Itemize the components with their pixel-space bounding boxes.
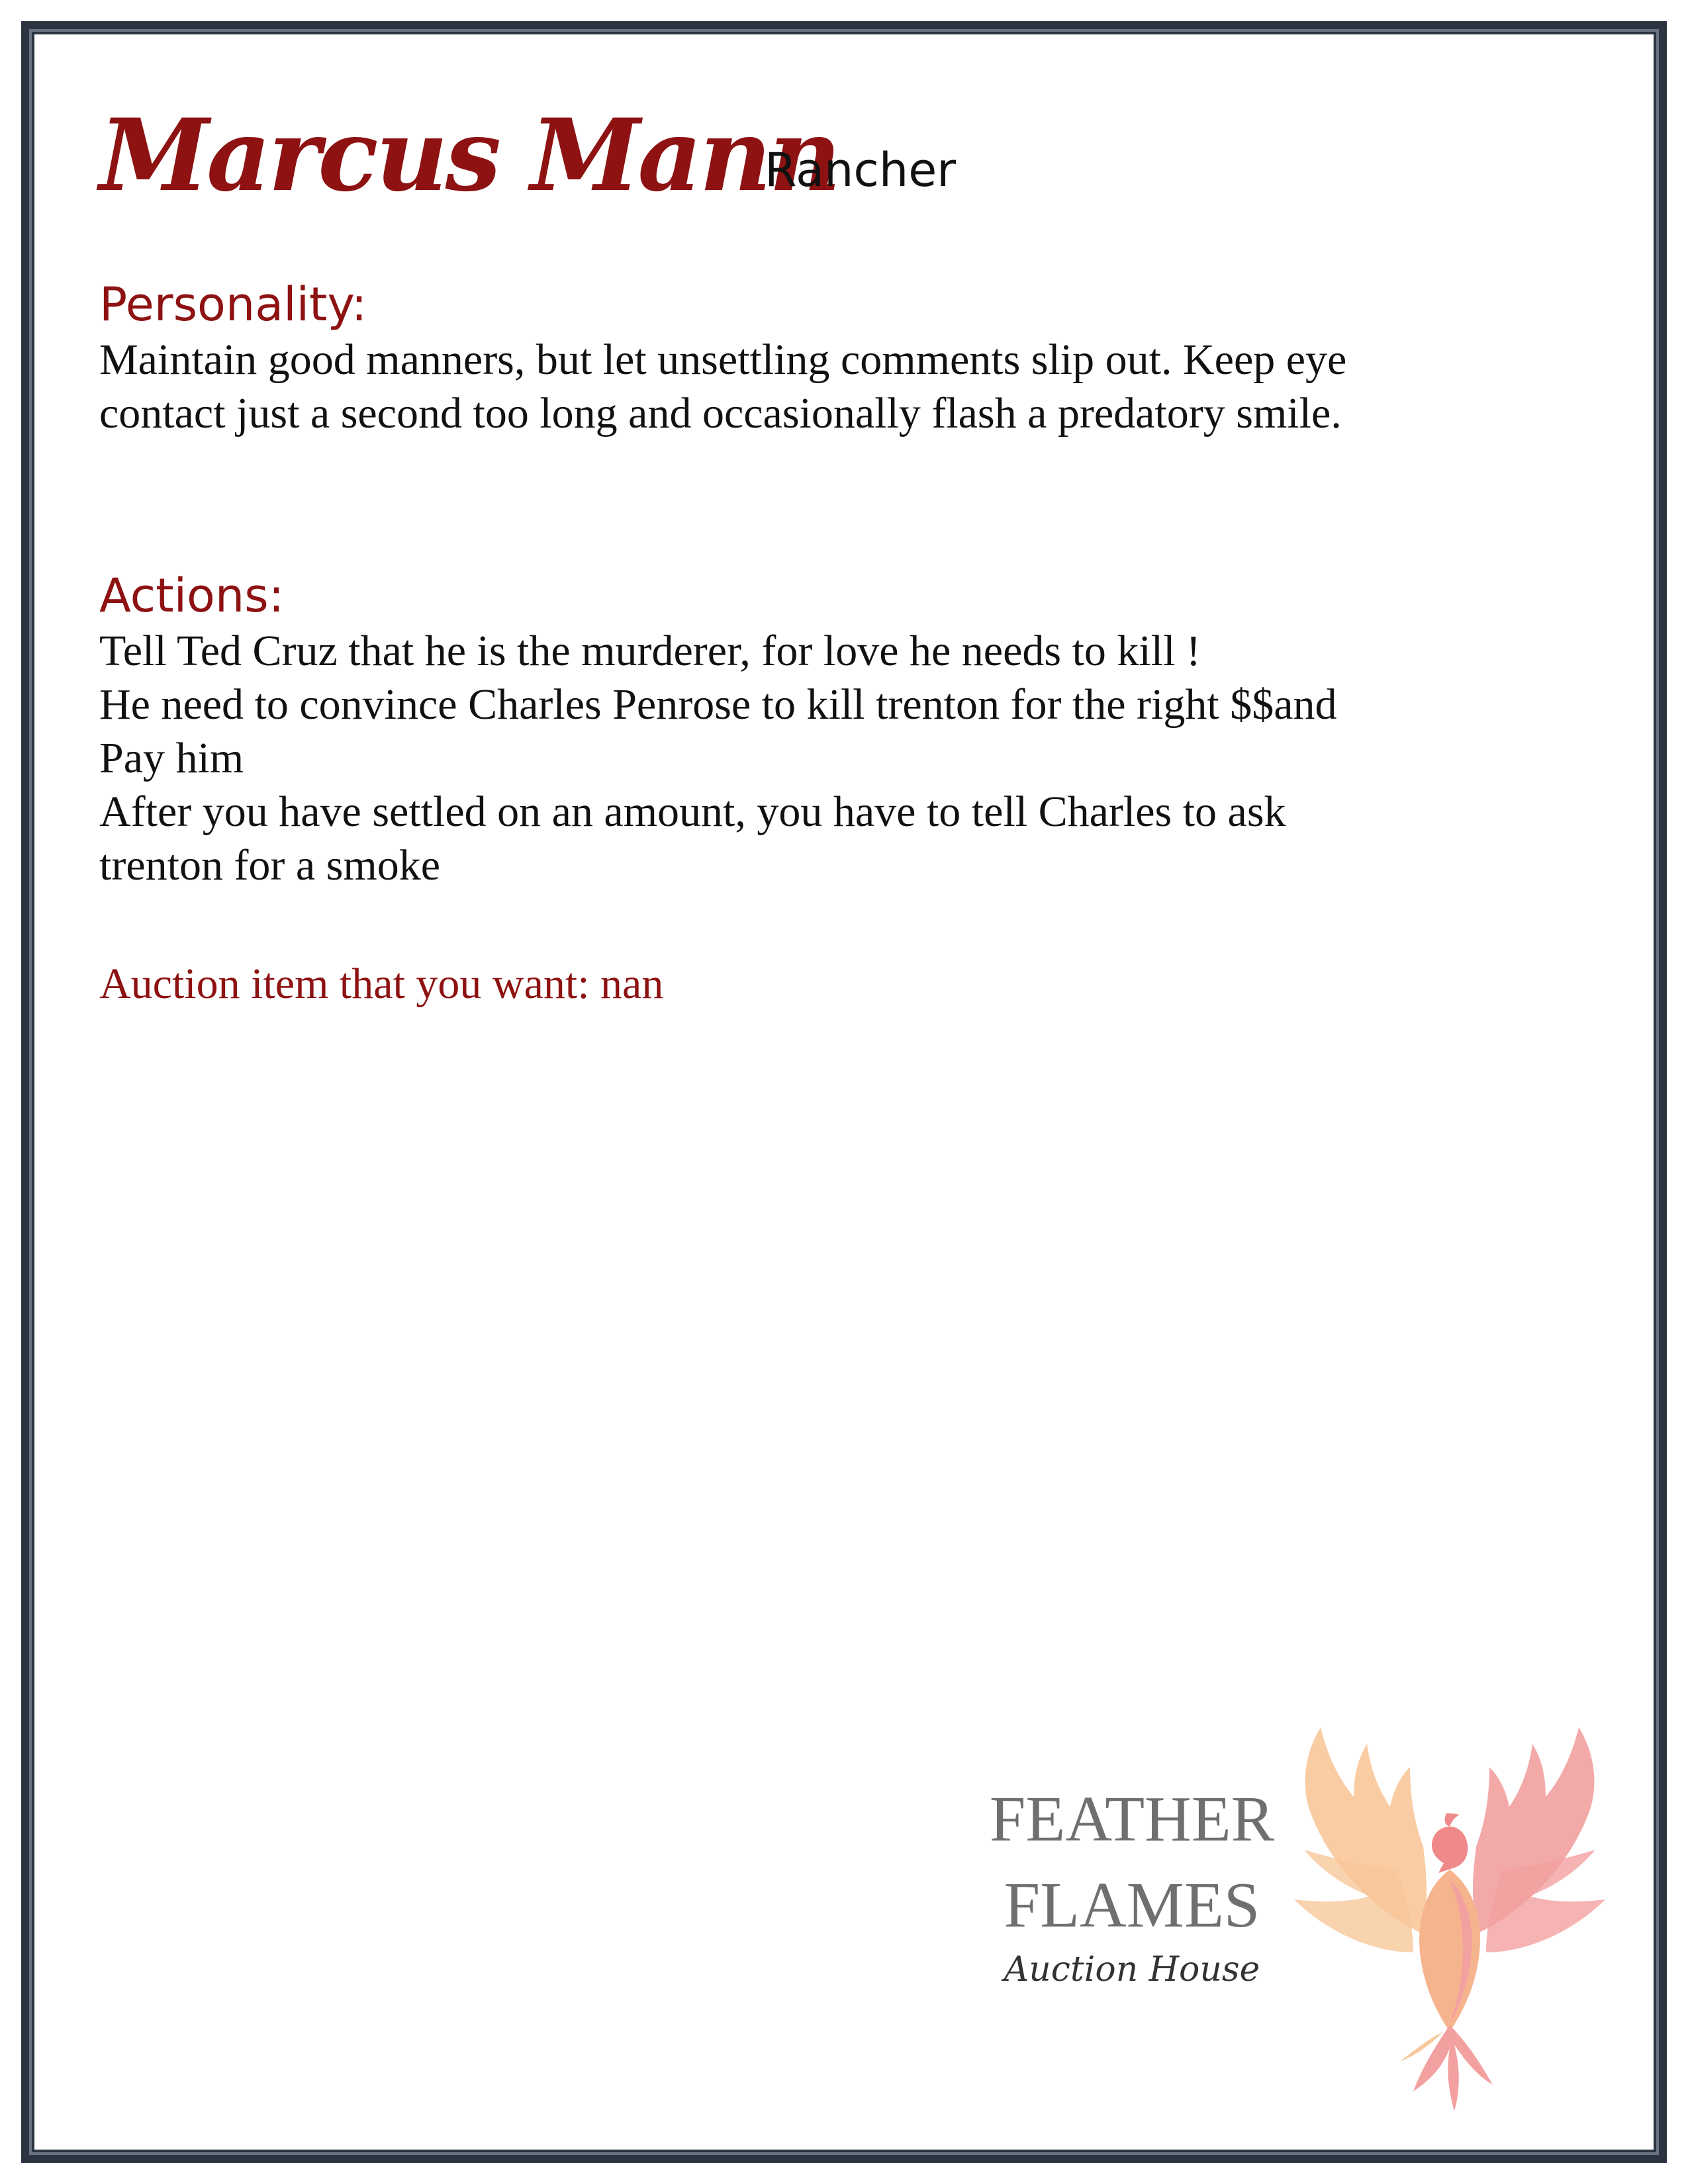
personality-line: contact just a second too long and occas…	[99, 389, 1342, 437]
actions-heading: Actions:	[99, 569, 285, 623]
auction-item-line: Auction item that you want: nan	[99, 960, 664, 1008]
actions-line: After you have settled on an amount, you…	[99, 788, 1286, 836]
phoenix-icon	[1294, 1727, 1605, 2111]
feather-flames-logo: FEATHER FLAMES Auction House	[953, 1714, 1615, 2118]
personality-text: Maintain good manners, but let unsettlin…	[99, 333, 1423, 440]
actions-line: Tell Ted Cruz that he is the murderer, f…	[99, 627, 1201, 675]
actions-line: He need to convince Charles Penrose to k…	[99, 680, 1337, 729]
character-role: Rancher	[765, 143, 957, 197]
personality-line: Maintain good manners, but let unsettlin…	[99, 336, 1347, 384]
logo-word-flames: FLAMES	[1004, 1870, 1260, 1941]
character-name: Marcus Mann	[99, 97, 841, 214]
actions-line: Pay him	[99, 734, 244, 782]
actions-text: Tell Ted Cruz that he is the murderer, f…	[99, 624, 1423, 892]
actions-line: trenton for a smoke	[99, 841, 441, 889]
logo-subtitle: Auction House	[1004, 1950, 1260, 1989]
logo-word-feather: FEATHER	[989, 1784, 1275, 1855]
personality-heading: Personality:	[99, 277, 367, 332]
